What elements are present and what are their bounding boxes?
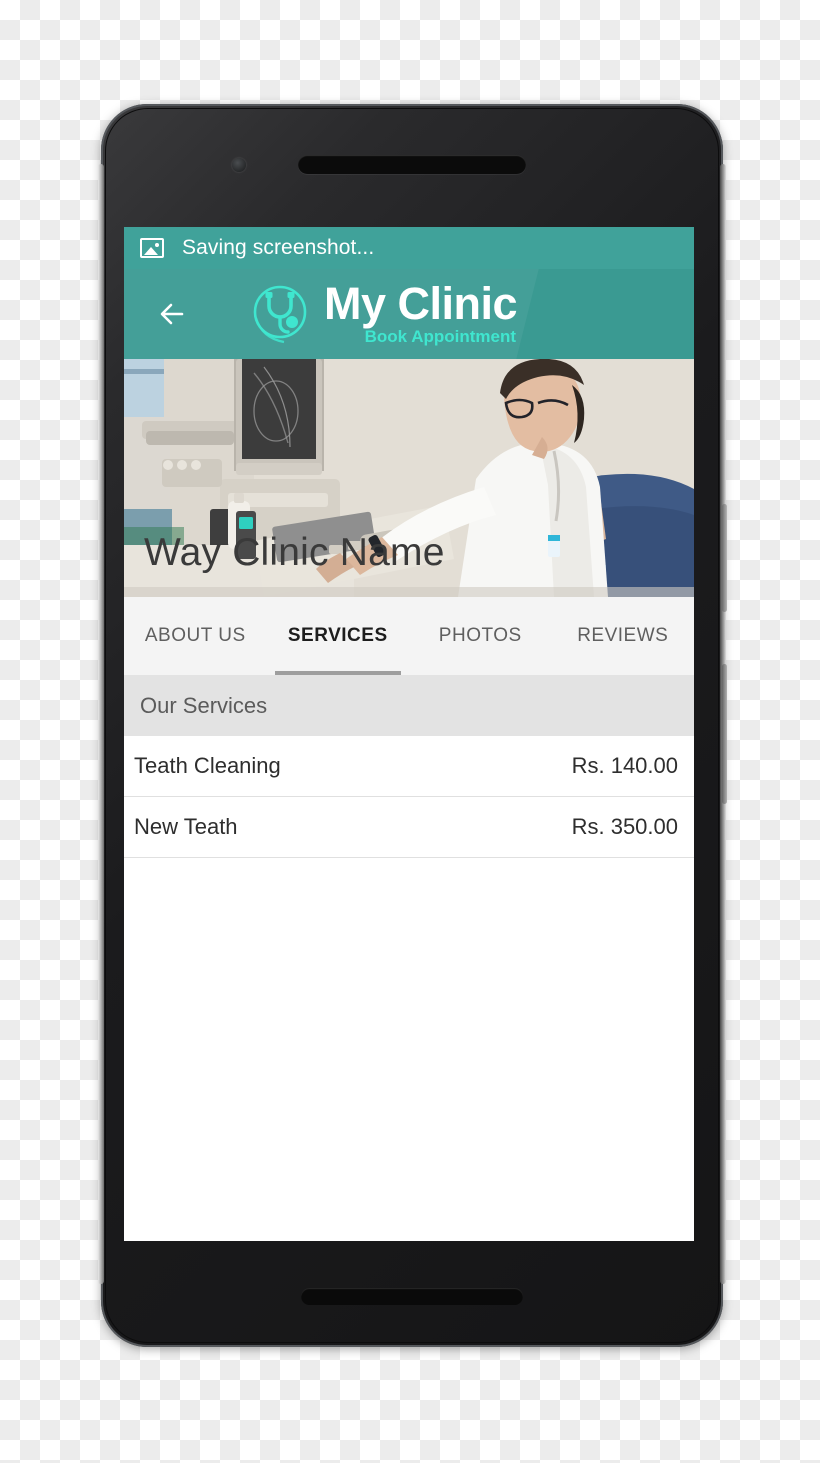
tab-photos[interactable]: PHOTOS [409,597,552,675]
volume-rocker-button[interactable] [722,504,727,612]
service-name: Teath Cleaning [134,753,281,778]
stethoscope-circle-icon [244,278,316,350]
service-name: New Teath [134,814,238,839]
tab-bar: ABOUT US SERVICES PHOTOS REVIEWS [124,597,694,676]
table-row[interactable]: New Teath Rs. 350.00 [124,797,694,858]
bottom-speaker [301,1288,523,1305]
status-bar: Saving screenshot... [124,227,694,269]
section-header-our-services: Our Services [124,676,694,736]
service-price: Rs. 140.00 [571,753,678,778]
tab-about-us[interactable]: ABOUT US [124,597,267,675]
phone-left-chrome [98,164,104,1284]
empty-list-area [124,858,694,1241]
page-root: Saving screenshot... My Clinic Book Appo… [0,0,820,1463]
front-camera-icon [232,158,246,172]
phone-device: Saving screenshot... My Clinic Book Appo… [98,104,727,1347]
power-button[interactable] [722,664,727,804]
app-title: My Clinic [324,277,518,329]
services-content: Teath Cleaning Rs. 140.00 New Teath Rs. … [124,736,694,1241]
tab-reviews[interactable]: REVIEWS [552,597,695,675]
image-icon [140,238,164,258]
phone-screen: Saving screenshot... My Clinic Book Appo… [124,227,694,1241]
clinic-name-overlay: Way Clinic Name [144,531,445,574]
back-arrow-icon[interactable] [152,294,192,334]
earpiece-speaker [298,155,526,174]
table-row[interactable]: Teath Cleaning Rs. 140.00 [124,736,694,797]
status-bar-text: Saving screenshot... [182,236,375,259]
clinic-hero-image: Way Clinic Name [124,359,694,597]
app-subtitle: Book Appointment [364,326,517,346]
brand-lockup: My Clinic Book Appointment [244,277,518,350]
service-price: Rs. 350.00 [571,814,678,839]
tab-services[interactable]: SERVICES [267,597,410,675]
brand-text-block: My Clinic Book Appointment [324,277,518,347]
app-bar: My Clinic Book Appointment [124,269,694,359]
